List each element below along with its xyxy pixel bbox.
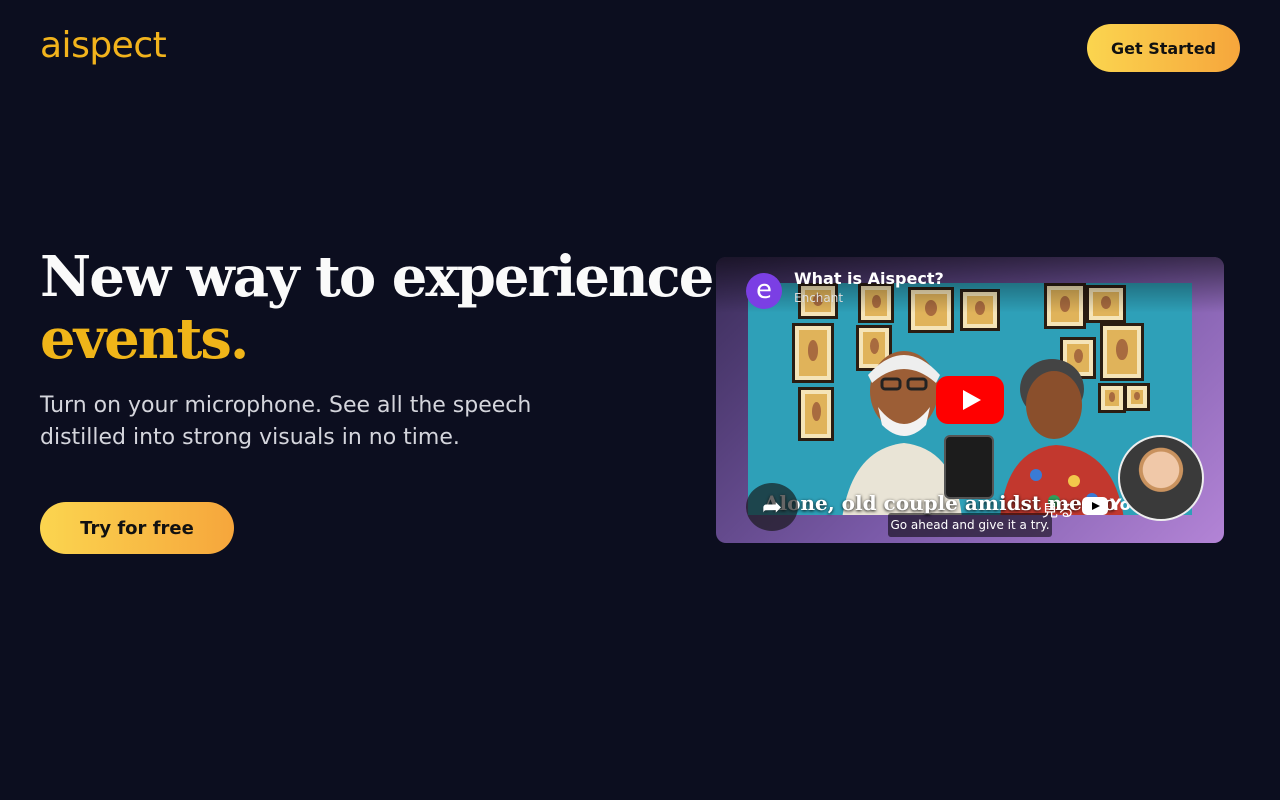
video-subtitle: Go ahead and give it a try.	[888, 513, 1052, 537]
presenter-avatar	[1118, 435, 1204, 521]
play-icon[interactable]	[936, 376, 1004, 424]
youtube-play-icon	[1082, 496, 1108, 515]
get-started-button[interactable]: Get Started	[1087, 24, 1240, 72]
portrait-frame	[1124, 383, 1150, 411]
portrait-frame	[792, 323, 834, 383]
hero-title-line1: New way to experience	[40, 244, 714, 310]
hero-subtitle: Turn on your microphone. See all the spe…	[40, 393, 532, 450]
logo[interactable]: aispect	[40, 22, 167, 70]
phone-in-hand	[944, 435, 994, 499]
video-embed[interactable]: e What is Aispect? Enchant Alone, old co…	[716, 257, 1224, 543]
portrait-frame	[798, 387, 834, 441]
share-icon[interactable]: ➦	[746, 483, 798, 531]
video-top-bar	[716, 257, 1224, 313]
video-title[interactable]: What is Aispect?	[794, 269, 944, 288]
channel-avatar[interactable]: e	[746, 273, 782, 309]
video-channel[interactable]: Enchant	[794, 291, 843, 305]
hero-title-accent: events.	[40, 306, 249, 372]
hero-title: New way to experience events.	[40, 244, 714, 372]
watch-on-label[interactable]: 見る	[1042, 497, 1074, 521]
try-for-free-button[interactable]: Try for free	[40, 502, 234, 554]
